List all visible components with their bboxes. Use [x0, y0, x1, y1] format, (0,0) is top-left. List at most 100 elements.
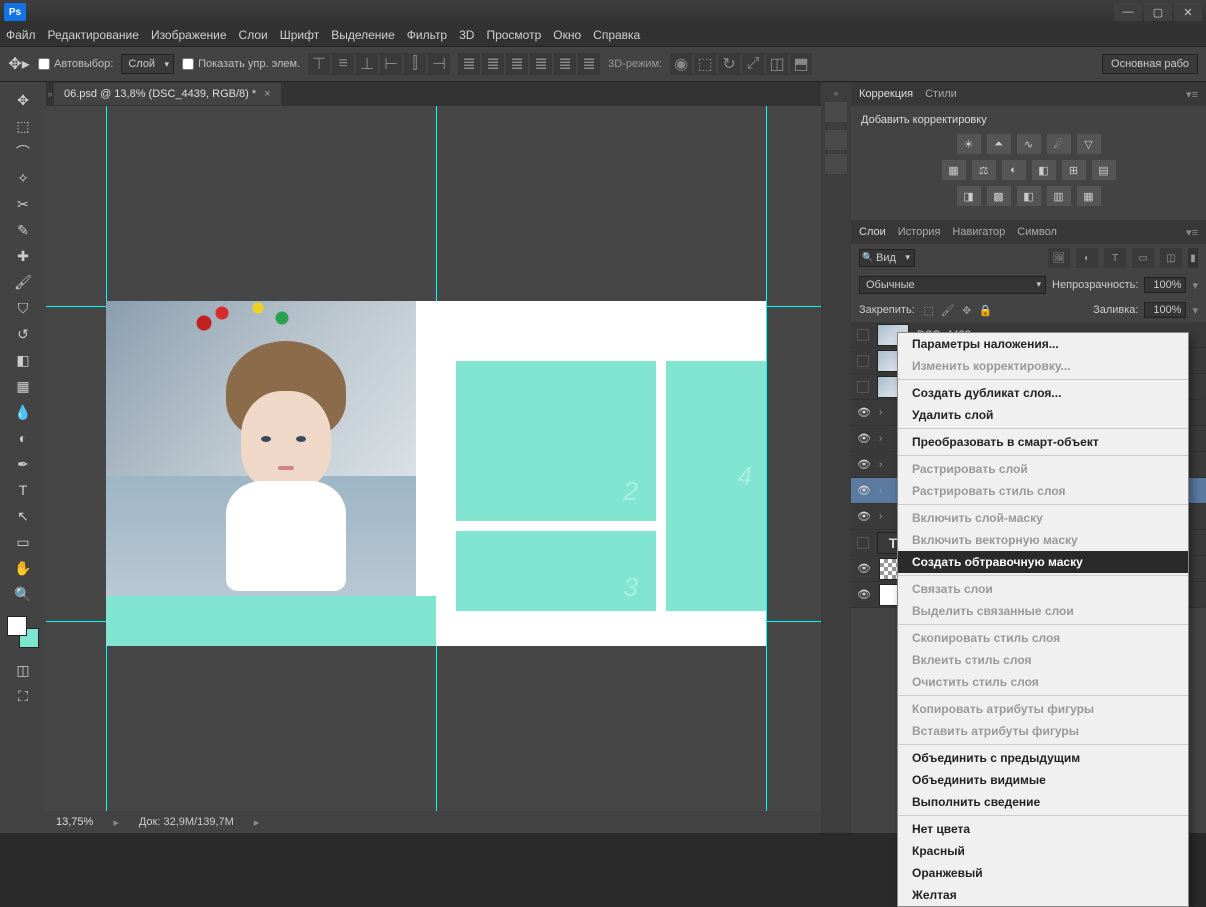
- tab-layers[interactable]: Слои: [859, 226, 886, 238]
- move-tool[interactable]: ✥: [11, 88, 35, 112]
- lock-pixel-icon[interactable]: 🖌: [940, 302, 956, 318]
- context-menu-item[interactable]: Красный: [898, 840, 1188, 862]
- align-left-icon[interactable]: ⊢: [380, 53, 402, 75]
- context-menu-item[interactable]: Преобразовать в смарт-объект: [898, 431, 1188, 453]
- autoselect-dropdown[interactable]: Слой: [121, 54, 174, 74]
- panel-toggle-1[interactable]: [825, 102, 847, 122]
- crop-tool[interactable]: ✂: [11, 192, 35, 216]
- filter-shape-icon[interactable]: ▭: [1132, 248, 1154, 268]
- layer-visibility-icon[interactable]: [857, 381, 869, 393]
- eraser-tool[interactable]: ◧: [11, 348, 35, 372]
- layer-visibility-icon[interactable]: 👁: [857, 406, 871, 420]
- tab-history[interactable]: История: [898, 226, 941, 238]
- adj-exposure-icon[interactable]: ☄: [1047, 134, 1071, 154]
- dist-1-icon[interactable]: ≣: [458, 53, 480, 75]
- context-menu-item[interactable]: Желтая: [898, 884, 1188, 906]
- panel-toggle-3[interactable]: [825, 154, 847, 174]
- zoom-tool[interactable]: 🔍: [11, 582, 35, 606]
- menu-select[interactable]: Выделение: [331, 28, 395, 42]
- adj-levels-icon[interactable]: ⏶: [987, 134, 1011, 154]
- fill-value[interactable]: 100%: [1144, 302, 1186, 318]
- layer-filter-dropdown[interactable]: Вид: [859, 249, 915, 267]
- context-menu-item[interactable]: Создать обтравочную маску: [898, 551, 1188, 573]
- adj-brightness-icon[interactable]: ☀: [957, 134, 981, 154]
- adj-balance-icon[interactable]: ⚖: [972, 160, 996, 180]
- adj-selective-icon[interactable]: ▦: [1077, 186, 1101, 206]
- wand-tool[interactable]: ✧: [11, 166, 35, 190]
- context-menu-item[interactable]: Объединить с предыдущим: [898, 747, 1188, 769]
- filter-pixel-icon[interactable]: 🖼: [1048, 248, 1070, 268]
- align-hcenter-icon[interactable]: ⫿: [404, 53, 426, 75]
- dist-5-icon[interactable]: ≣: [554, 53, 576, 75]
- layer-visibility-icon[interactable]: [857, 329, 869, 341]
- gradient-tool[interactable]: ▦: [11, 374, 35, 398]
- lock-position-icon[interactable]: ✥: [959, 302, 975, 318]
- close-tab-icon[interactable]: ×: [264, 88, 270, 100]
- panel-collapse-icon[interactable]: «: [833, 88, 838, 98]
- layer-visibility-icon[interactable]: 👁: [857, 432, 871, 446]
- adj-bw-icon[interactable]: ◐: [1002, 160, 1026, 180]
- dodge-tool[interactable]: ◐: [11, 426, 35, 450]
- doctabs-collapse-icon[interactable]: »: [46, 89, 54, 99]
- menu-layers[interactable]: Слои: [239, 28, 268, 42]
- adj-curves-icon[interactable]: ∿: [1017, 134, 1041, 154]
- adj-threshold-icon[interactable]: ◧: [1017, 186, 1041, 206]
- filter-adjust-icon[interactable]: ◐: [1076, 248, 1098, 268]
- 3d-4-icon[interactable]: ⤢: [742, 53, 764, 75]
- show-controls-check[interactable]: [182, 58, 194, 70]
- context-menu-item[interactable]: Выполнить сведение: [898, 791, 1188, 813]
- menu-window[interactable]: Окно: [553, 28, 581, 42]
- lock-transparent-icon[interactable]: ⬚: [921, 302, 937, 318]
- filter-type-icon[interactable]: T: [1104, 248, 1126, 268]
- blend-mode-dropdown[interactable]: Обычные: [859, 276, 1046, 294]
- tab-symbol[interactable]: Символ: [1017, 226, 1057, 238]
- align-right-icon[interactable]: ⊣: [428, 53, 450, 75]
- eyedropper-tool[interactable]: ✎: [11, 218, 35, 242]
- panel-adjust-menu-icon[interactable]: ▾≡: [1186, 88, 1198, 101]
- adj-photofilter-icon[interactable]: ◧: [1032, 160, 1056, 180]
- pen-tool[interactable]: ✒: [11, 452, 35, 476]
- tab-navigator[interactable]: Навигатор: [952, 226, 1005, 238]
- layer-chevron-icon[interactable]: ›: [879, 433, 889, 444]
- marquee-tool[interactable]: ⬚: [11, 114, 35, 138]
- layer-chevron-icon[interactable]: ›: [879, 407, 889, 418]
- quickmask-tool[interactable]: ◫: [11, 658, 35, 682]
- brush-tool[interactable]: 🖌: [11, 270, 35, 294]
- lasso-tool[interactable]: ⌒: [11, 140, 35, 164]
- menu-edit[interactable]: Редактирование: [48, 28, 139, 42]
- adj-vibrance-icon[interactable]: ▽: [1077, 134, 1101, 154]
- layer-visibility-icon[interactable]: 👁: [857, 510, 871, 524]
- heal-tool[interactable]: ✚: [11, 244, 35, 268]
- adj-lookup-icon[interactable]: ▤: [1092, 160, 1116, 180]
- stamp-tool[interactable]: ⛉: [11, 296, 35, 320]
- hand-tool[interactable]: ✋: [11, 556, 35, 580]
- align-bottom-icon[interactable]: ⊥: [356, 53, 378, 75]
- menu-3d[interactable]: 3D: [459, 28, 474, 42]
- workspace-dropdown[interactable]: Основная рабо: [1102, 54, 1198, 74]
- menu-view[interactable]: Просмотр: [486, 28, 541, 42]
- color-swatches[interactable]: [7, 616, 39, 648]
- foreground-swatch[interactable]: [7, 616, 27, 636]
- history-brush-tool[interactable]: ↺: [11, 322, 35, 346]
- layer-visibility-icon[interactable]: 👁: [857, 484, 871, 498]
- panel-layers-menu-icon[interactable]: ▾≡: [1186, 226, 1198, 239]
- context-menu-item[interactable]: Создать дубликат слоя...: [898, 382, 1188, 404]
- layer-chevron-icon[interactable]: ›: [879, 485, 889, 496]
- context-menu-item[interactable]: Оранжевый: [898, 862, 1188, 884]
- 3d-1-icon[interactable]: ◉: [670, 53, 692, 75]
- menu-help[interactable]: Справка: [593, 28, 640, 42]
- path-tool[interactable]: ↖: [11, 504, 35, 528]
- layer-visibility-icon[interactable]: 👁: [857, 562, 871, 576]
- dist-6-icon[interactable]: ≣: [578, 53, 600, 75]
- layer-visibility-icon[interactable]: 👁: [857, 458, 871, 472]
- autoselect-check[interactable]: [38, 58, 50, 70]
- layer-visibility-icon[interactable]: [857, 355, 869, 367]
- context-menu-item[interactable]: Параметры наложения...: [898, 333, 1188, 355]
- 3d-3-icon[interactable]: ↻: [718, 53, 740, 75]
- canvas-area[interactable]: 2 3 4: [46, 106, 821, 811]
- tab-styles[interactable]: Стили: [925, 88, 957, 100]
- align-vcenter-icon[interactable]: ≡: [332, 53, 354, 75]
- context-menu-item[interactable]: Объединить видимые: [898, 769, 1188, 791]
- opacity-value[interactable]: 100%: [1144, 277, 1186, 293]
- lock-all-icon[interactable]: 🔒: [978, 302, 994, 318]
